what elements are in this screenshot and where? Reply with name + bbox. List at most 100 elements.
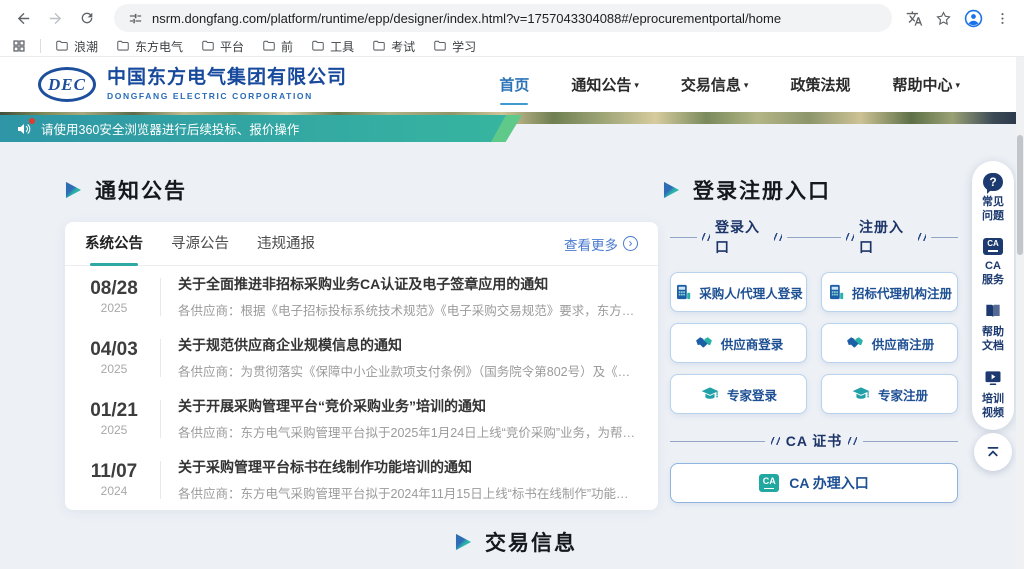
sidebar-item-training-videos[interactable]: 培训 视频 — [982, 368, 1004, 421]
notice-date: 01/21 2025 — [85, 400, 143, 437]
supplier-register-button[interactable]: 供应商注册 — [821, 323, 958, 363]
nav-item-home[interactable]: 首页 — [499, 74, 529, 95]
company-logo[interactable]: DEC 中国东方电气集团有限公司 DONGFANG ELECTRIC CORPO… — [38, 67, 347, 102]
login-section-header: 登录注册入口 — [663, 175, 831, 205]
sidebar-item-label: 常见 问题 — [982, 195, 1004, 224]
scrollbar-thumb[interactable] — [1017, 135, 1023, 255]
bookmark-label: 前 — [281, 38, 293, 55]
bookmark-star-icon[interactable] — [935, 10, 952, 27]
expert-login-button[interactable]: 专家登录 — [670, 374, 807, 414]
nav-item-help-center[interactable]: 帮助中心 — [892, 74, 960, 95]
section-arrow-icon — [663, 182, 679, 199]
notice-desc: 各供应商：东方电气采购管理平台拟于2024年11月15日上线“标书在线制作”功能… — [178, 483, 638, 502]
section-title: 通知公告 — [95, 175, 187, 205]
bookmark-label: 平台 — [220, 38, 244, 55]
tab-sourcing-notices[interactable]: 寻源公告 — [171, 222, 229, 266]
purchaser-agent-login-button[interactable]: 采购人/代理人登录 — [670, 272, 807, 312]
nav-item-trade-info[interactable]: 交易信息 — [681, 74, 749, 95]
apps-grid-icon[interactable] — [12, 39, 26, 53]
back-to-top-button[interactable] — [974, 433, 1012, 471]
divider — [160, 339, 161, 377]
bookmark-folder[interactable]: 东方电气 — [116, 38, 183, 55]
entry-button-label: 供应商注册 — [872, 334, 935, 353]
register-entries-header: 注册入口 — [814, 217, 958, 257]
nav-label: 交易信息 — [681, 74, 741, 95]
scrollbar[interactable] — [1016, 57, 1024, 569]
notice-list-item[interactable]: 01/21 2025 关于开展采购管理平台“竞价采购业务”培训的通知 各供应商：… — [65, 388, 658, 449]
menu-kebab-icon[interactable] — [995, 11, 1010, 26]
tab-violation-reports[interactable]: 违规通报 — [257, 222, 315, 266]
entry-button-label: 招标代理机构注册 — [852, 283, 952, 302]
speaker-icon — [16, 121, 32, 137]
tab-system-notices[interactable]: 系统公告 — [85, 222, 143, 266]
ca-card-icon — [983, 238, 1003, 255]
bookmark-folder[interactable]: 平台 — [201, 38, 244, 55]
notice-date-year: 2025 — [85, 362, 143, 376]
notice-date-year: 2024 — [85, 484, 143, 498]
forward-icon[interactable] — [42, 5, 68, 31]
url-text[interactable]: nsrm.dongfang.com/platform/runtime/epp/d… — [152, 11, 781, 26]
bookmarks-bar: 浪潮 东方电气 平台 前 工具 考试 学习 — [0, 36, 1024, 57]
section-title: 登录注册入口 — [693, 175, 831, 205]
address-bar[interactable]: nsrm.dongfang.com/platform/runtime/epp/d… — [114, 4, 892, 32]
notification-dot — [29, 118, 35, 124]
view-more-link[interactable]: 查看更多 — [564, 234, 638, 254]
bookmark-folder[interactable]: 浪潮 — [55, 38, 98, 55]
bookmark-label: 浪潮 — [74, 38, 98, 55]
section-arrow-icon — [65, 182, 81, 199]
ca-apply-button[interactable]: CA 办理入口 — [670, 463, 958, 503]
bidding-agency-register-button[interactable]: 招标代理机构注册 — [821, 272, 958, 312]
chevron-right-circle-icon — [623, 236, 638, 251]
bookmark-folder[interactable]: 学习 — [433, 38, 476, 55]
ca-button-label: CA 办理入口 — [789, 473, 869, 493]
notice-date-md: 04/03 — [85, 339, 143, 361]
notice-title[interactable]: 关于开展采购管理平台“竞价采购业务”培训的通知 — [178, 396, 638, 416]
expert-register-button[interactable]: 专家注册 — [821, 374, 958, 414]
notices-tabs: 系统公告 寻源公告 违规通报 查看更多 — [65, 222, 658, 266]
chevron-down-icon — [955, 76, 960, 93]
login-header-label: 登录入口 — [715, 217, 769, 257]
bookmark-label: 学习 — [452, 38, 476, 55]
nav-item-policies[interactable]: 政策法规 — [790, 74, 850, 95]
divider — [160, 278, 161, 316]
notice-date-md: 08/28 — [85, 278, 143, 300]
sidebar-item-label: 帮助 文档 — [982, 325, 1004, 354]
bookmark-folder[interactable]: 工具 — [311, 38, 354, 55]
register-header-label: 注册入口 — [859, 217, 913, 257]
supplier-login-button[interactable]: 供应商登录 — [670, 323, 807, 363]
sidebar-item-label: CA 服务 — [982, 259, 1004, 288]
notice-list-item[interactable]: 08/28 2025 关于全面推进非招标采购业务CA认证及电子签章应用的通知 各… — [65, 266, 658, 327]
profile-avatar-icon[interactable] — [964, 9, 983, 28]
notice-list-item[interactable]: 11/07 2024 关于采购管理平台标书在线制作功能培训的通知 各供应商：东方… — [65, 449, 658, 510]
back-to-top-icon — [984, 443, 1002, 461]
notice-title[interactable]: 关于全面推进非招标采购业务CA认证及电子签章应用的通知 — [178, 274, 638, 294]
reload-icon[interactable] — [74, 5, 100, 31]
ticker-text: 请使用360安全浏览器进行后续投标、报价操作 — [41, 119, 299, 138]
login-register-panel: 登录入口 注册入口 采购人/代理人登录 招标代理机构注册 — [670, 217, 958, 503]
notice-date: 04/03 2025 — [85, 339, 143, 376]
browser-notice-ticker: 请使用360安全浏览器进行后续投标、报价操作 — [0, 115, 506, 142]
trade-section-header: 交易信息 — [455, 527, 577, 557]
nav-item-notices[interactable]: 通知公告 — [571, 74, 639, 95]
sidebar-item-faq[interactable]: 常见 问题 — [982, 173, 1004, 224]
notices-section-header: 通知公告 — [65, 175, 187, 205]
divider — [40, 39, 41, 53]
section-arrow-icon — [455, 534, 471, 551]
notice-date-year: 2025 — [85, 423, 143, 437]
bookmark-label: 工具 — [330, 38, 354, 55]
company-name-cn: 中国东方电气集团有限公司 — [107, 68, 347, 89]
notice-title[interactable]: 关于采购管理平台标书在线制作功能培训的通知 — [178, 457, 638, 477]
question-bubble-icon — [983, 173, 1003, 191]
sidebar-item-help-docs[interactable]: 帮助 文档 — [982, 301, 1004, 354]
notice-title[interactable]: 关于规范供应商企业规模信息的通知 — [178, 335, 638, 355]
back-icon[interactable] — [10, 5, 36, 31]
section-title: 交易信息 — [485, 527, 577, 557]
bookmark-folder[interactable]: 前 — [262, 38, 293, 55]
notice-date-md: 01/21 — [85, 400, 143, 422]
notice-list-item[interactable]: 04/03 2025 关于规范供应商企业规模信息的通知 各供应商：为贯彻落实《保… — [65, 327, 658, 388]
sidebar-item-ca-service[interactable]: CA 服务 — [982, 238, 1004, 288]
notice-date-md: 11/07 — [85, 461, 143, 483]
translate-icon[interactable] — [906, 10, 923, 27]
bookmark-folder[interactable]: 考试 — [372, 38, 415, 55]
site-settings-icon[interactable] — [128, 11, 143, 26]
